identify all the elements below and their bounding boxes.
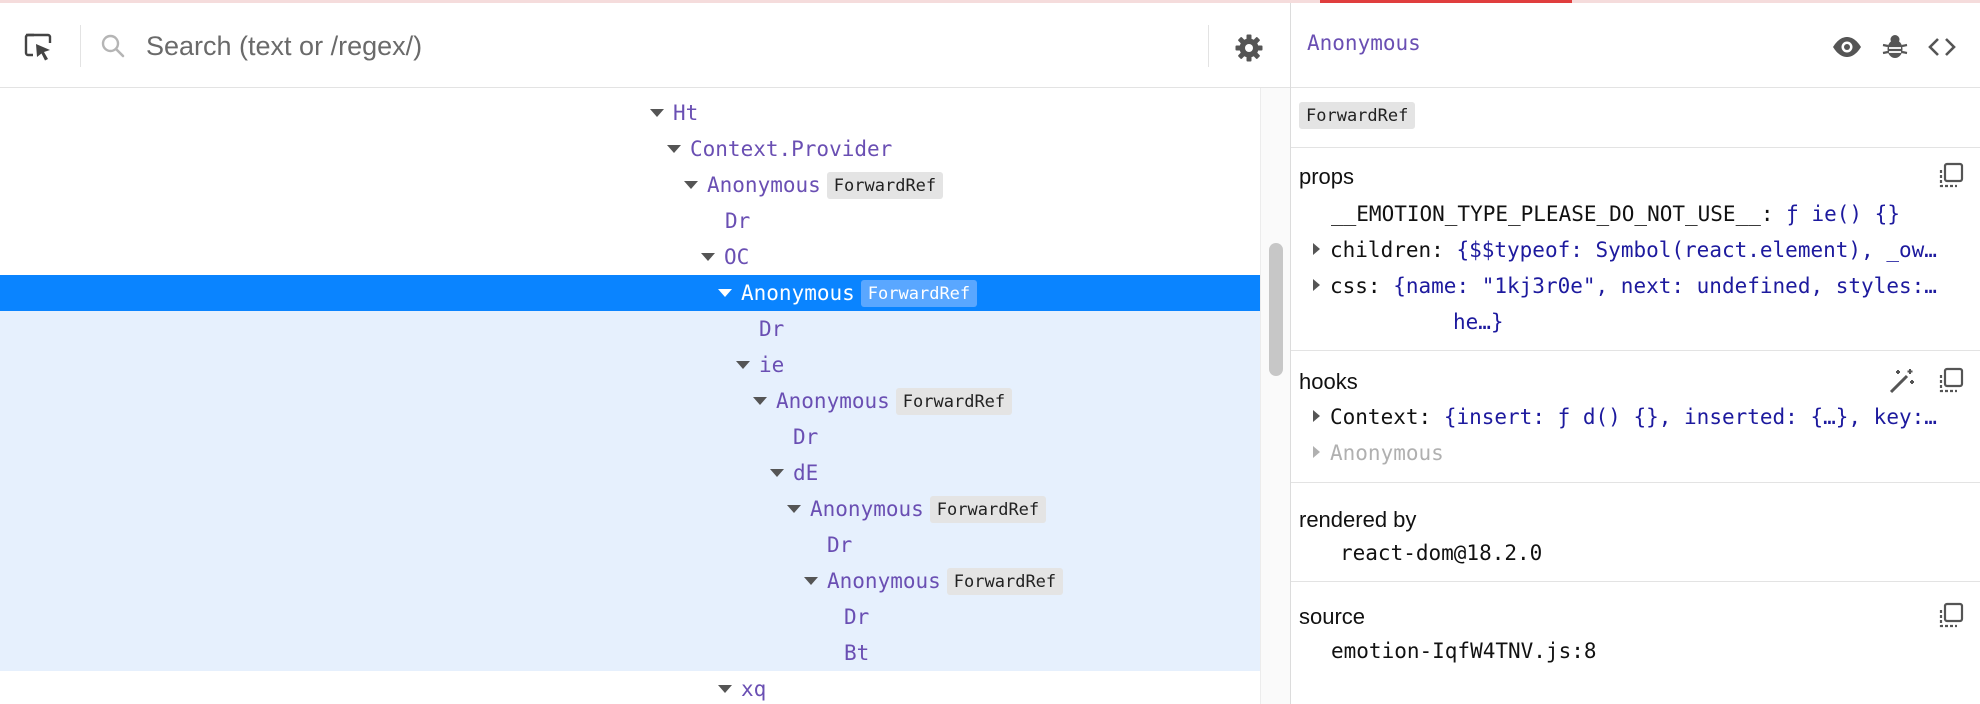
expand-toggle-icon[interactable] bbox=[718, 685, 732, 693]
component-tree: ht Ht Context.Provider AnonymousForwardR… bbox=[0, 88, 1260, 704]
forwardref-badge: ForwardRef bbox=[895, 387, 1013, 415]
expand-toggle-icon[interactable] bbox=[770, 469, 784, 477]
expand-toggle-icon[interactable] bbox=[804, 577, 818, 585]
eye-icon[interactable] bbox=[1831, 31, 1863, 63]
tree-row[interactable]: Dr bbox=[0, 527, 1260, 563]
component-name: OC bbox=[724, 245, 750, 269]
tree-row[interactable]: Bt bbox=[0, 635, 1260, 671]
components-tree-pane: ht Ht Context.Provider AnonymousForwardR… bbox=[0, 3, 1290, 704]
view-source-icon[interactable] bbox=[1926, 31, 1958, 63]
tree-row[interactable]: Dr bbox=[0, 419, 1260, 455]
inspector-header: Anonymous bbox=[1291, 3, 1980, 88]
search-icon bbox=[100, 33, 126, 59]
expand-toggle-icon[interactable] bbox=[650, 109, 664, 117]
expand-toggle-icon[interactable] bbox=[736, 361, 750, 369]
tree-row[interactable]: ie bbox=[0, 347, 1260, 383]
tree-row[interactable]: Anonymous ForwardRef bbox=[0, 167, 1260, 203]
element-picker-icon[interactable] bbox=[22, 31, 54, 63]
copy-icon[interactable] bbox=[1936, 162, 1964, 190]
inspected-component-name: Anonymous bbox=[1307, 31, 1421, 55]
tree-row[interactable]: xq bbox=[0, 671, 1260, 704]
tree-row[interactable]: Dr bbox=[0, 311, 1260, 347]
tree-row[interactable]: Dr bbox=[0, 599, 1260, 635]
tree-row[interactable]: Context.Provider bbox=[0, 131, 1260, 167]
tree-scrollbar[interactable] bbox=[1260, 88, 1290, 704]
copy-icon[interactable] bbox=[1936, 367, 1964, 395]
props-title: props bbox=[1299, 164, 1355, 189]
magic-wand-icon[interactable] bbox=[1888, 367, 1916, 395]
component-name: Dr bbox=[759, 317, 785, 341]
component-name: Anonymous bbox=[741, 281, 855, 305]
inspected-element-pane: Anonymous ForwardRef props __EMOTION_TYP… bbox=[1291, 3, 1980, 704]
expand-toggle-icon[interactable] bbox=[787, 505, 801, 513]
expand-toggle-icon[interactable] bbox=[718, 289, 732, 297]
hook-row[interactable]: Context: {insert: ƒ d() {}, inserted: {…… bbox=[1313, 405, 1937, 429]
hook-row[interactable]: Anonymous bbox=[1313, 441, 1444, 465]
rendered-by-title: rendered by bbox=[1299, 507, 1417, 532]
hooks-title: hooks bbox=[1299, 369, 1358, 394]
toolbar-separator bbox=[1208, 25, 1209, 67]
component-name: Dr bbox=[827, 533, 853, 557]
bug-icon[interactable] bbox=[1879, 31, 1911, 63]
toolbar-separator bbox=[80, 25, 81, 67]
tree-row[interactable]: dE bbox=[0, 455, 1260, 491]
expand-toggle-icon[interactable] bbox=[1313, 410, 1320, 422]
prop-row[interactable]: __EMOTION_TYPE_PLEASE_DO_NOT_USE__: ƒ ie… bbox=[1331, 202, 1900, 226]
source-location[interactable]: emotion-IqfW4TNV.js:8 bbox=[1331, 639, 1597, 663]
component-name: ht bbox=[659, 88, 684, 93]
inspector-badge-row: ForwardRef bbox=[1291, 88, 1980, 148]
expand-toggle-icon[interactable] bbox=[1313, 446, 1320, 458]
component-name: Anonymous bbox=[810, 497, 924, 521]
component-name: Anonymous bbox=[827, 569, 941, 593]
tree-row-selected[interactable]: Anonymous ForwardRef bbox=[0, 275, 1260, 311]
forwardref-badge: ForwardRef bbox=[826, 171, 944, 199]
hooks-section: hooks Context: {insert: ƒ d() {}, insert… bbox=[1291, 351, 1980, 483]
forwardref-badge: ForwardRef bbox=[946, 567, 1064, 595]
component-name: Anonymous bbox=[707, 173, 821, 197]
prop-row[interactable]: children: {$$typeof: Symbol(react.elemen… bbox=[1313, 238, 1937, 262]
expand-toggle-icon[interactable] bbox=[684, 181, 698, 189]
expand-toggle-icon[interactable] bbox=[753, 397, 767, 405]
props-section: props __EMOTION_TYPE_PLEASE_DO_NOT_USE__… bbox=[1291, 148, 1980, 351]
component-name: Dr bbox=[793, 425, 819, 449]
prop-row-continuation: he…} bbox=[1453, 310, 1504, 334]
rendered-by-section: rendered by react-dom@18.2.0 bbox=[1291, 483, 1980, 582]
tree-toolbar bbox=[0, 3, 1290, 88]
component-name: Dr bbox=[725, 209, 751, 233]
copy-icon[interactable] bbox=[1936, 602, 1964, 630]
component-name: ie bbox=[759, 353, 785, 377]
expand-toggle-icon[interactable] bbox=[1313, 243, 1320, 255]
tree-row[interactable]: Ht bbox=[0, 95, 1260, 131]
renderer-link[interactable]: react-dom@18.2.0 bbox=[1340, 541, 1542, 565]
gear-icon[interactable] bbox=[1233, 32, 1265, 64]
tree-row[interactable]: Anonymous ForwardRef bbox=[0, 563, 1260, 599]
source-section: source emotion-IqfW4TNV.js:8 bbox=[1291, 582, 1980, 704]
tree-row[interactable]: Dr bbox=[0, 203, 1260, 239]
tree-row[interactable]: OC bbox=[0, 239, 1260, 275]
search-input[interactable] bbox=[146, 25, 1186, 67]
component-name: Bt bbox=[844, 641, 870, 665]
component-name: Anonymous bbox=[776, 389, 890, 413]
forwardref-badge: ForwardRef bbox=[1299, 102, 1416, 129]
forwardref-badge: ForwardRef bbox=[929, 495, 1047, 523]
prop-row[interactable]: css: {name: "1kj3r0e", next: undefined, … bbox=[1313, 274, 1937, 298]
tree-row[interactable]: Anonymous ForwardRef bbox=[0, 491, 1260, 527]
component-name: dE bbox=[793, 461, 819, 485]
component-name: xq bbox=[741, 677, 767, 701]
component-name: Dr bbox=[844, 605, 870, 629]
tree-row[interactable]: Anonymous ForwardRef bbox=[0, 383, 1260, 419]
expand-toggle-icon[interactable] bbox=[667, 145, 681, 153]
forwardref-badge: ForwardRef bbox=[860, 279, 978, 307]
source-title: source bbox=[1299, 604, 1366, 629]
expand-toggle-icon[interactable] bbox=[1313, 279, 1320, 291]
scrollbar-thumb[interactable] bbox=[1269, 243, 1283, 376]
component-name: Context.Provider bbox=[690, 137, 893, 161]
expand-toggle-icon[interactable] bbox=[701, 253, 715, 261]
component-name: Ht bbox=[673, 101, 699, 125]
